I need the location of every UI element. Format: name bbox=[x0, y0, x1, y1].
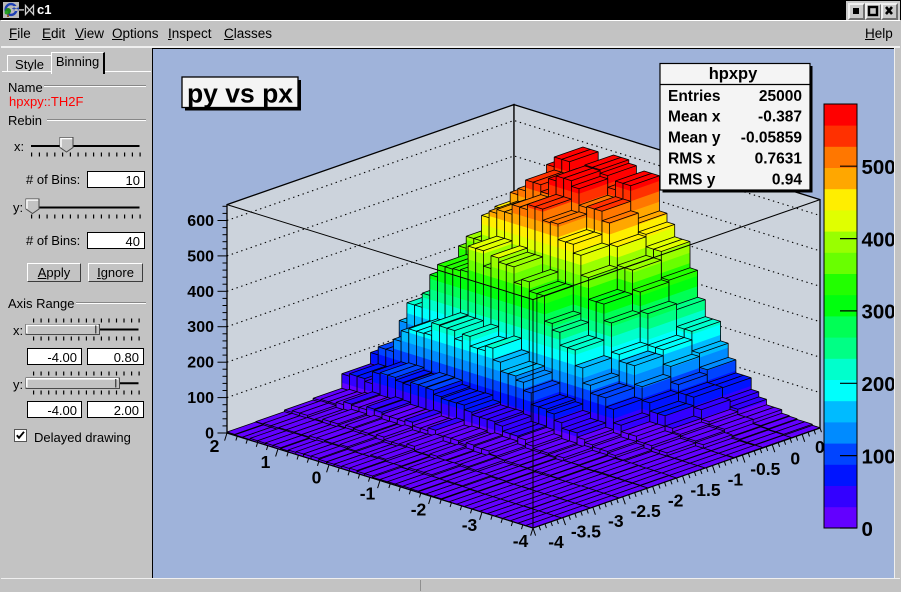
svg-text:500: 500 bbox=[187, 248, 214, 265]
svg-text:hpxpy: hpxpy bbox=[709, 65, 758, 83]
svg-text:-3: -3 bbox=[608, 511, 624, 531]
svg-text:Mean y: Mean y bbox=[668, 130, 721, 147]
svg-text:2: 2 bbox=[210, 436, 220, 456]
svg-text:py vs px: py vs px bbox=[187, 79, 293, 109]
svg-text:-4: -4 bbox=[513, 531, 529, 551]
svg-text:1: 1 bbox=[261, 452, 271, 472]
svg-text:-1: -1 bbox=[728, 470, 744, 490]
svg-text:100: 100 bbox=[862, 445, 895, 468]
svg-text:RMS y: RMS y bbox=[668, 171, 716, 188]
svg-text:-3.5: -3.5 bbox=[571, 522, 601, 542]
svg-text:0: 0 bbox=[862, 518, 873, 541]
svg-text:0.7631: 0.7631 bbox=[755, 151, 803, 168]
svg-text:Mean x: Mean x bbox=[668, 109, 721, 126]
svg-text:0: 0 bbox=[790, 449, 800, 469]
svg-text:-4: -4 bbox=[548, 532, 564, 552]
svg-text:-1: -1 bbox=[360, 484, 376, 504]
svg-text:200: 200 bbox=[862, 373, 895, 396]
svg-text:-2: -2 bbox=[668, 490, 684, 510]
svg-text:0.94: 0.94 bbox=[772, 171, 803, 188]
svg-text:0: 0 bbox=[312, 468, 322, 488]
svg-text:25000: 25000 bbox=[759, 88, 802, 105]
svg-text:RMS x: RMS x bbox=[668, 151, 716, 168]
svg-text:600: 600 bbox=[187, 213, 214, 230]
svg-text:++: ++ bbox=[12, 6, 19, 13]
svg-text:-2: -2 bbox=[411, 499, 427, 519]
svg-text:500: 500 bbox=[862, 156, 895, 179]
svg-text:100: 100 bbox=[187, 390, 214, 407]
svg-text:200: 200 bbox=[187, 355, 214, 372]
svg-text:-0.387: -0.387 bbox=[758, 109, 802, 126]
svg-text:400: 400 bbox=[187, 284, 214, 301]
svg-text:-0.5: -0.5 bbox=[750, 459, 780, 479]
svg-text:Entries: Entries bbox=[668, 88, 721, 105]
svg-text:300: 300 bbox=[862, 301, 895, 324]
svg-text:-1.5: -1.5 bbox=[690, 480, 720, 500]
svg-text:-0.05859: -0.05859 bbox=[741, 130, 803, 147]
svg-text:400: 400 bbox=[862, 228, 895, 251]
svg-text:300: 300 bbox=[187, 319, 214, 336]
svg-text:-2.5: -2.5 bbox=[631, 501, 661, 521]
svg-text:-3: -3 bbox=[462, 515, 478, 535]
